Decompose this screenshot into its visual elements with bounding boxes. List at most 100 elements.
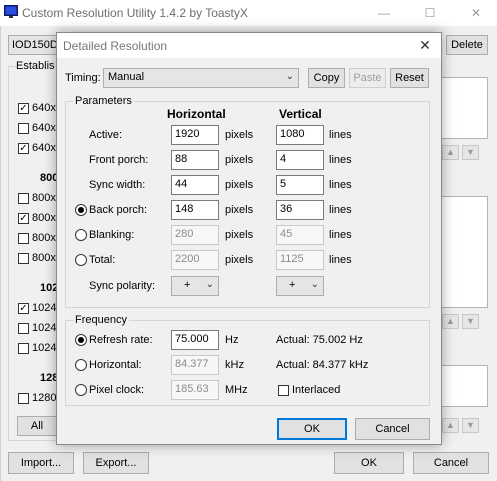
active-v-input[interactable]: 1080 <box>276 125 324 145</box>
move-up-icon-3[interactable]: ▲ <box>442 418 459 433</box>
move-down-icon-1[interactable]: ▼ <box>462 145 479 160</box>
back-porch-label: Back porch: <box>89 204 148 216</box>
res-800-2: 800x <box>32 212 56 224</box>
total-label: Total: <box>89 254 116 266</box>
close-icon[interactable]: ✕ <box>466 4 486 22</box>
pixel-clock-unit: MHz <box>225 384 248 396</box>
export-button[interactable]: Export... <box>83 452 149 474</box>
sync-polarity-h-select[interactable]: + ⌄ <box>171 276 219 296</box>
horizontal-header: Horizontal <box>167 107 226 121</box>
checkbox-1024-3[interactable] <box>18 343 29 354</box>
unit-pixels: pixels <box>225 254 254 266</box>
dialog-close-icon[interactable]: ✕ <box>415 36 435 54</box>
horizontal-freq-actual: Actual: 84.377 kHz <box>276 359 369 371</box>
sync-polarity-v-select[interactable]: + ⌄ <box>276 276 324 296</box>
sync-width-h-input[interactable]: 44 <box>171 175 219 195</box>
total-radio[interactable] <box>75 254 87 266</box>
interlaced-label: Interlaced <box>292 384 341 396</box>
res-800-4: 800x <box>32 252 56 264</box>
checkbox-800-3[interactable] <box>18 233 29 244</box>
detailed-resolution-dialog: Detailed Resolution ✕ Timing: Manual ⌄ C… <box>56 32 442 445</box>
main-ok-button[interactable]: OK <box>334 452 404 474</box>
sync-polarity-label: Sync polarity: <box>89 280 156 292</box>
main-cancel-button[interactable]: Cancel <box>413 452 489 474</box>
chevron-down-icon: ⌄ <box>285 71 294 82</box>
checkbox-800-4[interactable] <box>18 253 29 264</box>
dialog-cancel-button[interactable]: Cancel <box>355 418 430 440</box>
res-1024-2: 1024 <box>32 322 57 334</box>
refresh-rate-radio[interactable] <box>75 334 87 346</box>
move-down-icon-3[interactable]: ▼ <box>462 418 479 433</box>
timing-select[interactable]: Manual ⌄ <box>103 68 299 88</box>
pixel-clock-input[interactable]: 185.63 <box>171 380 219 400</box>
checkbox-640-1[interactable]: ✓ <box>18 103 29 114</box>
sync-width-label: Sync width: <box>89 179 146 191</box>
front-porch-h-input[interactable]: 88 <box>171 150 219 170</box>
back-porch-v-input[interactable]: 36 <box>276 200 324 220</box>
move-down-icon-2[interactable]: ▼ <box>462 314 479 329</box>
main-titlebar: Custom Resolution Utility 1.4.2 by Toast… <box>0 0 497 26</box>
copy-button[interactable]: Copy <box>308 68 345 88</box>
total-v-input[interactable]: 1125 <box>276 250 324 270</box>
refresh-actual: Actual: 75.002 Hz <box>276 334 363 346</box>
checkbox-800-1[interactable] <box>18 193 29 204</box>
pixel-clock-radio[interactable] <box>75 384 87 396</box>
res-640-3: 640x <box>32 142 56 154</box>
move-up-icon-2[interactable]: ▲ <box>442 314 459 329</box>
horizontal-freq-unit: kHz <box>225 359 244 371</box>
res-1280-1: 1280 <box>32 392 57 404</box>
checkbox-800-2[interactable]: ✓ <box>18 213 29 224</box>
front-porch-v-input[interactable]: 4 <box>276 150 324 170</box>
checkbox-1280-1[interactable] <box>18 393 29 404</box>
unit-lines: lines <box>329 204 352 216</box>
refresh-rate-input[interactable]: 75.000 <box>171 330 219 350</box>
back-porch-h-input[interactable]: 148 <box>171 200 219 220</box>
dialog-ok-button[interactable]: OK <box>277 418 347 440</box>
reset-button[interactable]: Reset <box>390 68 429 88</box>
app-icon <box>4 5 18 19</box>
res-800-3: 800x <box>32 232 56 244</box>
unit-lines: lines <box>329 154 352 166</box>
dialog-title: Detailed Resolution <box>63 39 168 53</box>
res-640-2: 640x <box>32 122 56 134</box>
pixel-clock-label: Pixel clock: <box>89 384 145 396</box>
checkbox-640-3[interactable]: ✓ <box>18 143 29 154</box>
res-1024-1: 1024 <box>32 302 57 314</box>
unit-pixels: pixels <box>225 204 254 216</box>
import-button[interactable]: Import... <box>8 452 74 474</box>
unit-lines: lines <box>329 179 352 191</box>
unit-pixels: pixels <box>225 229 254 241</box>
horizontal-freq-label: Horizontal: <box>89 359 142 371</box>
checkbox-640-2[interactable] <box>18 123 29 134</box>
unit-lines: lines <box>329 129 352 141</box>
front-porch-label: Front porch: <box>89 154 149 166</box>
minimize-icon[interactable]: — <box>374 4 394 22</box>
move-up-icon-1[interactable]: ▲ <box>442 145 459 160</box>
chevron-down-icon: ⌄ <box>310 279 319 290</box>
interlaced-checkbox[interactable] <box>278 385 289 396</box>
res-640-1: 640x <box>32 102 56 114</box>
delete-button[interactable]: Delete <box>446 35 488 55</box>
unit-pixels: pixels <box>225 179 254 191</box>
horizontal-freq-radio[interactable] <box>75 359 87 371</box>
blanking-h-input[interactable]: 280 <box>171 225 219 245</box>
unit-lines: lines <box>329 254 352 266</box>
sync-width-v-input[interactable]: 5 <box>276 175 324 195</box>
blanking-v-input[interactable]: 45 <box>276 225 324 245</box>
timing-label: Timing: <box>65 72 101 84</box>
chevron-down-icon: ⌄ <box>205 279 214 290</box>
active-h-input[interactable]: 1920 <box>171 125 219 145</box>
checkbox-1024-1[interactable]: ✓ <box>18 303 29 314</box>
checkbox-1024-2[interactable] <box>18 323 29 334</box>
total-h-input[interactable]: 2200 <box>171 250 219 270</box>
back-porch-radio[interactable] <box>75 204 87 216</box>
frequency-label: Frequency <box>73 314 129 326</box>
established-label: Establis <box>16 60 55 72</box>
blanking-radio[interactable] <box>75 229 87 241</box>
res-1024-3: 1024 <box>32 342 57 354</box>
all-button[interactable]: All <box>17 416 57 436</box>
horizontal-freq-input[interactable]: 84.377 <box>171 355 219 375</box>
maximize-icon[interactable]: ☐ <box>420 4 440 22</box>
paste-button[interactable]: Paste <box>349 68 386 88</box>
vertical-header: Vertical <box>279 107 322 121</box>
